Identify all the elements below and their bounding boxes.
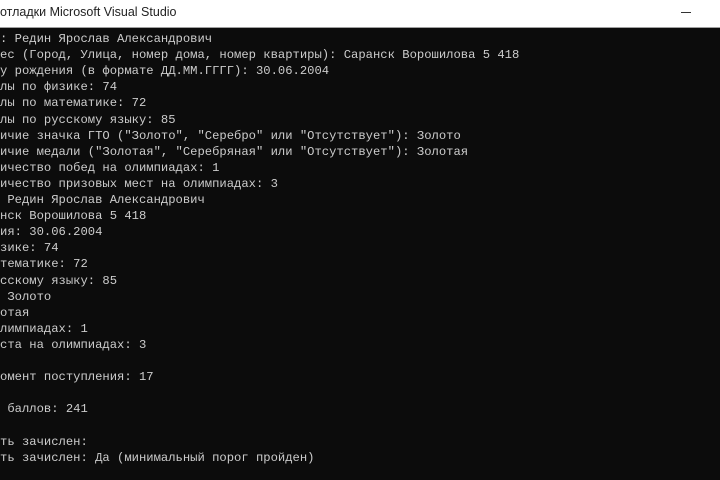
console-line: Золото [0,289,52,304]
console-line: тематике: 72 [0,257,88,272]
console-line: ия: 30.06.2004 [0,225,103,240]
console-line: : Редин Ярослав Александрович [0,32,213,46]
console-line: ть зачислен: [0,434,88,449]
console-line: отая [0,305,30,320]
console-line: лы по русскому языку: 85 [0,112,176,127]
console-line: сскому языку: 85 [0,273,118,288]
console-line: лимпиадах: 1 [0,321,88,336]
minimize-button[interactable] [672,2,702,24]
console-line: нск Ворошилова 5 418 [0,209,147,224]
console-line: ста на олимпиадах: 3 [0,337,147,352]
console-line: баллов: 241 [0,402,88,417]
window-title: отладки Microsoft Visual Studio [0,5,177,19]
console-line: ичие медали ("Золотая", "Серебряная" или… [0,144,469,159]
console-line: Редин Ярослав Александрович [0,193,205,207]
console-line: ичество призовых мест на олимпиадах: 3 [0,176,278,191]
console-line: лы по математике: 72 [0,96,147,111]
console-line: ть зачислен: Да (минимальный порог пройд… [0,450,315,465]
console-line: омент поступления: 17 [0,370,154,385]
console-line: зике: 74 [0,241,59,256]
console-line: ичие значка ГТО ("Золото", "Серебро" или… [0,128,461,143]
console-line: у рождения (в формате ДД.ММ.ГГГГ): 30.06… [0,64,330,79]
console-line: ичество побед на олимпиадах: 1 [0,160,220,175]
console-output[interactable]: : Редин Ярослав Александрович ес (Город, … [0,28,720,480]
title-bar: отладки Microsoft Visual Studio [0,0,720,28]
console-line: ес (Город, Улица, номер дома, номер квар… [0,48,520,63]
console-line: лы по физике: 74 [0,80,118,95]
